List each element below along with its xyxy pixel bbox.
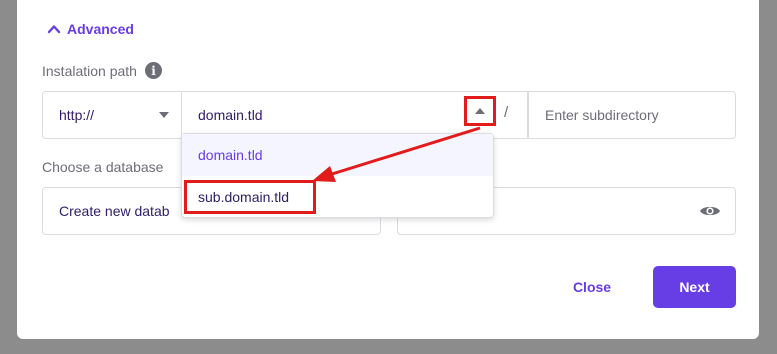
info-icon[interactable]: i [144,62,162,79]
subdirectory-placeholder: Enter subdirectory [545,107,659,123]
advanced-toggle[interactable]: Advanced [47,19,134,39]
advanced-label: Advanced [67,21,134,37]
dropdown-option-domain[interactable]: domain.tld [182,134,493,176]
installation-path-label: Instalation path i [42,62,162,79]
eye-icon[interactable] [699,204,721,218]
database-value: Create new datab [59,203,170,219]
chevron-up-icon [47,25,61,34]
subdirectory-input[interactable]: Enter subdirectory [528,91,736,139]
domain-dropdown: domain.tld sub.domain.tld [181,133,494,218]
database-label: Choose a database [42,159,164,175]
protocol-select[interactable]: http:// [42,91,182,139]
caret-up-icon [475,108,485,114]
close-button[interactable]: Close [557,267,627,307]
dropdown-option-subdomain[interactable]: sub.domain.tld [182,176,493,218]
domain-value: domain.tld [198,107,263,123]
installer-modal: Advanced Instalation path i http:// doma… [17,0,759,339]
path-separator: / [504,104,509,121]
installation-path-text: Instalation path [42,62,137,79]
domain-caret-highlight[interactable] [464,96,496,126]
protocol-value: http:// [59,107,95,123]
caret-down-icon [159,112,169,118]
next-button[interactable]: Next [653,266,736,308]
